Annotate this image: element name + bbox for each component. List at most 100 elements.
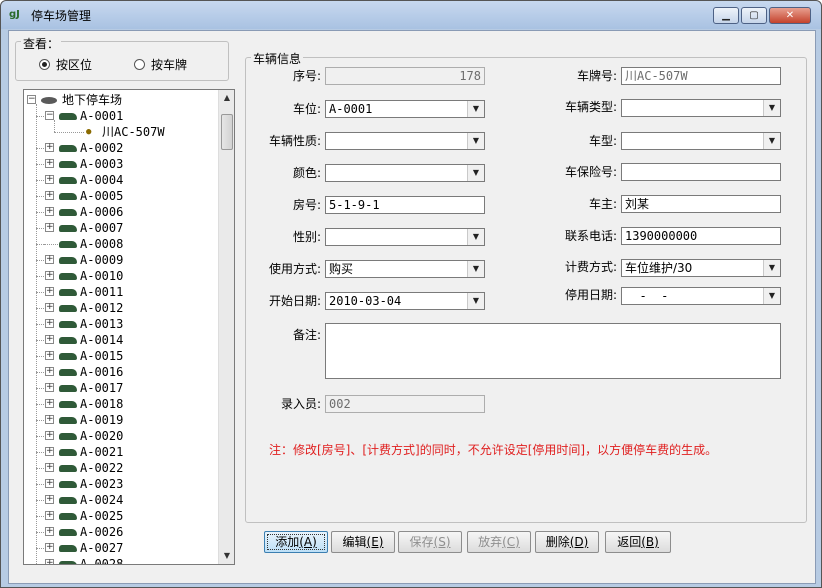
model-select[interactable]: ▼: [621, 132, 781, 150]
tree-item[interactable]: + A-0020: [24, 428, 218, 444]
expand-icon[interactable]: +: [45, 383, 54, 392]
billing-select[interactable]: 车位维护/30 ▼: [621, 259, 781, 277]
color-select[interactable]: ▼: [325, 164, 485, 182]
radio-by-plate[interactable]: 按车牌: [134, 56, 187, 73]
chevron-down-icon[interactable]: ▼: [467, 261, 484, 277]
tree-item[interactable]: + A-0013: [24, 316, 218, 332]
expand-icon[interactable]: +: [45, 303, 54, 312]
expand-icon[interactable]: +: [45, 287, 54, 296]
expand-icon[interactable]: +: [45, 351, 54, 360]
tree-item[interactable]: + A-0028: [24, 556, 218, 564]
expand-icon[interactable]: +: [45, 159, 54, 168]
plate-no-field[interactable]: 川AC-507W: [621, 67, 781, 85]
tree-item[interactable]: + A-0006: [24, 204, 218, 220]
expand-icon[interactable]: +: [45, 223, 54, 232]
tree-scrollbar[interactable]: ▲ ▼: [218, 90, 234, 564]
tree-item[interactable]: + A-0011: [24, 284, 218, 300]
phone-field[interactable]: 1390000000: [621, 227, 781, 245]
chevron-down-icon[interactable]: ▼: [763, 133, 780, 149]
expand-icon[interactable]: +: [45, 335, 54, 344]
expand-icon[interactable]: +: [45, 559, 54, 564]
tree-item[interactable]: A-0008: [24, 236, 218, 252]
collapse-icon[interactable]: −: [27, 95, 36, 104]
chevron-down-icon[interactable]: ▼: [467, 165, 484, 181]
radio-by-zone[interactable]: 按区位: [39, 56, 92, 73]
scroll-down-icon[interactable]: ▼: [219, 548, 234, 564]
expand-icon[interactable]: +: [45, 271, 54, 280]
scroll-up-icon[interactable]: ▲: [219, 90, 234, 106]
tree-item[interactable]: + A-0023: [24, 476, 218, 492]
expand-icon[interactable]: +: [45, 527, 54, 536]
vehicle-nature-select[interactable]: ▼: [325, 132, 485, 150]
radio-by-plate-indicator[interactable]: [134, 59, 145, 70]
chevron-down-icon[interactable]: ▼: [763, 288, 780, 304]
tree-item[interactable]: + A-0025: [24, 508, 218, 524]
owner-field[interactable]: 刘某: [621, 195, 781, 213]
usage-select[interactable]: 购买 ▼: [325, 260, 485, 278]
tree-item[interactable]: + A-0003: [24, 156, 218, 172]
tree-item[interactable]: + A-0026: [24, 524, 218, 540]
insurance-no-field[interactable]: [621, 163, 781, 181]
save-button[interactable]: 保存(S): [398, 531, 462, 553]
tree-item[interactable]: + A-0009: [24, 252, 218, 268]
chevron-down-icon[interactable]: ▼: [467, 101, 484, 117]
tree-item[interactable]: + A-0022: [24, 460, 218, 476]
tree-item[interactable]: + A-0024: [24, 492, 218, 508]
expand-icon[interactable]: +: [45, 511, 54, 520]
expand-icon[interactable]: +: [45, 399, 54, 408]
title-bar[interactable]: gJ 停车场管理 ▁ ▢ ✕: [1, 1, 821, 29]
tree-item[interactable]: + A-0012: [24, 300, 218, 316]
tree-item[interactable]: + A-0007: [24, 220, 218, 236]
delete-button[interactable]: 删除(D): [535, 531, 599, 553]
tree-item[interactable]: + A-0005: [24, 188, 218, 204]
chevron-down-icon[interactable]: ▼: [763, 100, 780, 116]
tree-item[interactable]: + A-0010: [24, 268, 218, 284]
expand-icon[interactable]: +: [45, 175, 54, 184]
chevron-down-icon[interactable]: ▼: [467, 293, 484, 309]
tree-plate-item[interactable]: ● 川AC-507W: [24, 120, 218, 140]
start-date-picker[interactable]: 2010-03-04 ▼: [325, 292, 485, 310]
expand-icon[interactable]: +: [45, 143, 54, 152]
expand-icon[interactable]: +: [45, 543, 54, 552]
expand-icon[interactable]: +: [45, 191, 54, 200]
discard-button[interactable]: 放弃(C): [467, 531, 531, 553]
maximize-icon[interactable]: ▢: [741, 7, 767, 24]
tree-item[interactable]: + A-0014: [24, 332, 218, 348]
tree-item[interactable]: + A-0015: [24, 348, 218, 364]
tree-item[interactable]: + A-0027: [24, 540, 218, 556]
expand-icon[interactable]: +: [45, 447, 54, 456]
radio-by-zone-indicator[interactable]: [39, 59, 50, 70]
stop-date-picker[interactable]: - - ▼: [621, 287, 781, 305]
expand-icon[interactable]: +: [45, 319, 54, 328]
gender-select[interactable]: ▼: [325, 228, 485, 246]
tree-item[interactable]: + A-0016: [24, 364, 218, 380]
close-icon[interactable]: ✕: [769, 7, 811, 24]
tree-root-row[interactable]: − 地下停车场: [24, 92, 218, 108]
expand-icon[interactable]: +: [45, 255, 54, 264]
expand-icon[interactable]: +: [45, 495, 54, 504]
expand-icon[interactable]: +: [45, 479, 54, 488]
tree-item[interactable]: + A-0017: [24, 380, 218, 396]
collapse-icon[interactable]: −: [45, 111, 54, 120]
expand-icon[interactable]: +: [45, 367, 54, 376]
parking-tree[interactable]: − 地下停车场 − A-0001 ● 川AC-507W + A-0002 + A-00…: [23, 89, 235, 565]
expand-icon[interactable]: +: [45, 463, 54, 472]
tree-item[interactable]: + A-0019: [24, 412, 218, 428]
vehicle-class-select[interactable]: ▼: [621, 99, 781, 117]
scroll-thumb[interactable]: [221, 114, 233, 150]
expand-icon[interactable]: +: [45, 207, 54, 216]
chevron-down-icon[interactable]: ▼: [467, 133, 484, 149]
expand-icon[interactable]: +: [45, 431, 54, 440]
remark-textarea[interactable]: [325, 323, 781, 379]
back-button[interactable]: 返回(B): [605, 531, 671, 553]
add-button[interactable]: 添加(A): [264, 531, 328, 553]
tree-item[interactable]: + A-0002: [24, 140, 218, 156]
chevron-down-icon[interactable]: ▼: [763, 260, 780, 276]
expand-icon[interactable]: +: [45, 415, 54, 424]
tree-item[interactable]: + A-0004: [24, 172, 218, 188]
space-select[interactable]: A-0001 ▼: [325, 100, 485, 118]
chevron-down-icon[interactable]: ▼: [467, 229, 484, 245]
room-no-field[interactable]: 5-1-9-1: [325, 196, 485, 214]
edit-button[interactable]: 编辑(E): [331, 531, 395, 553]
tree-item[interactable]: + A-0018: [24, 396, 218, 412]
